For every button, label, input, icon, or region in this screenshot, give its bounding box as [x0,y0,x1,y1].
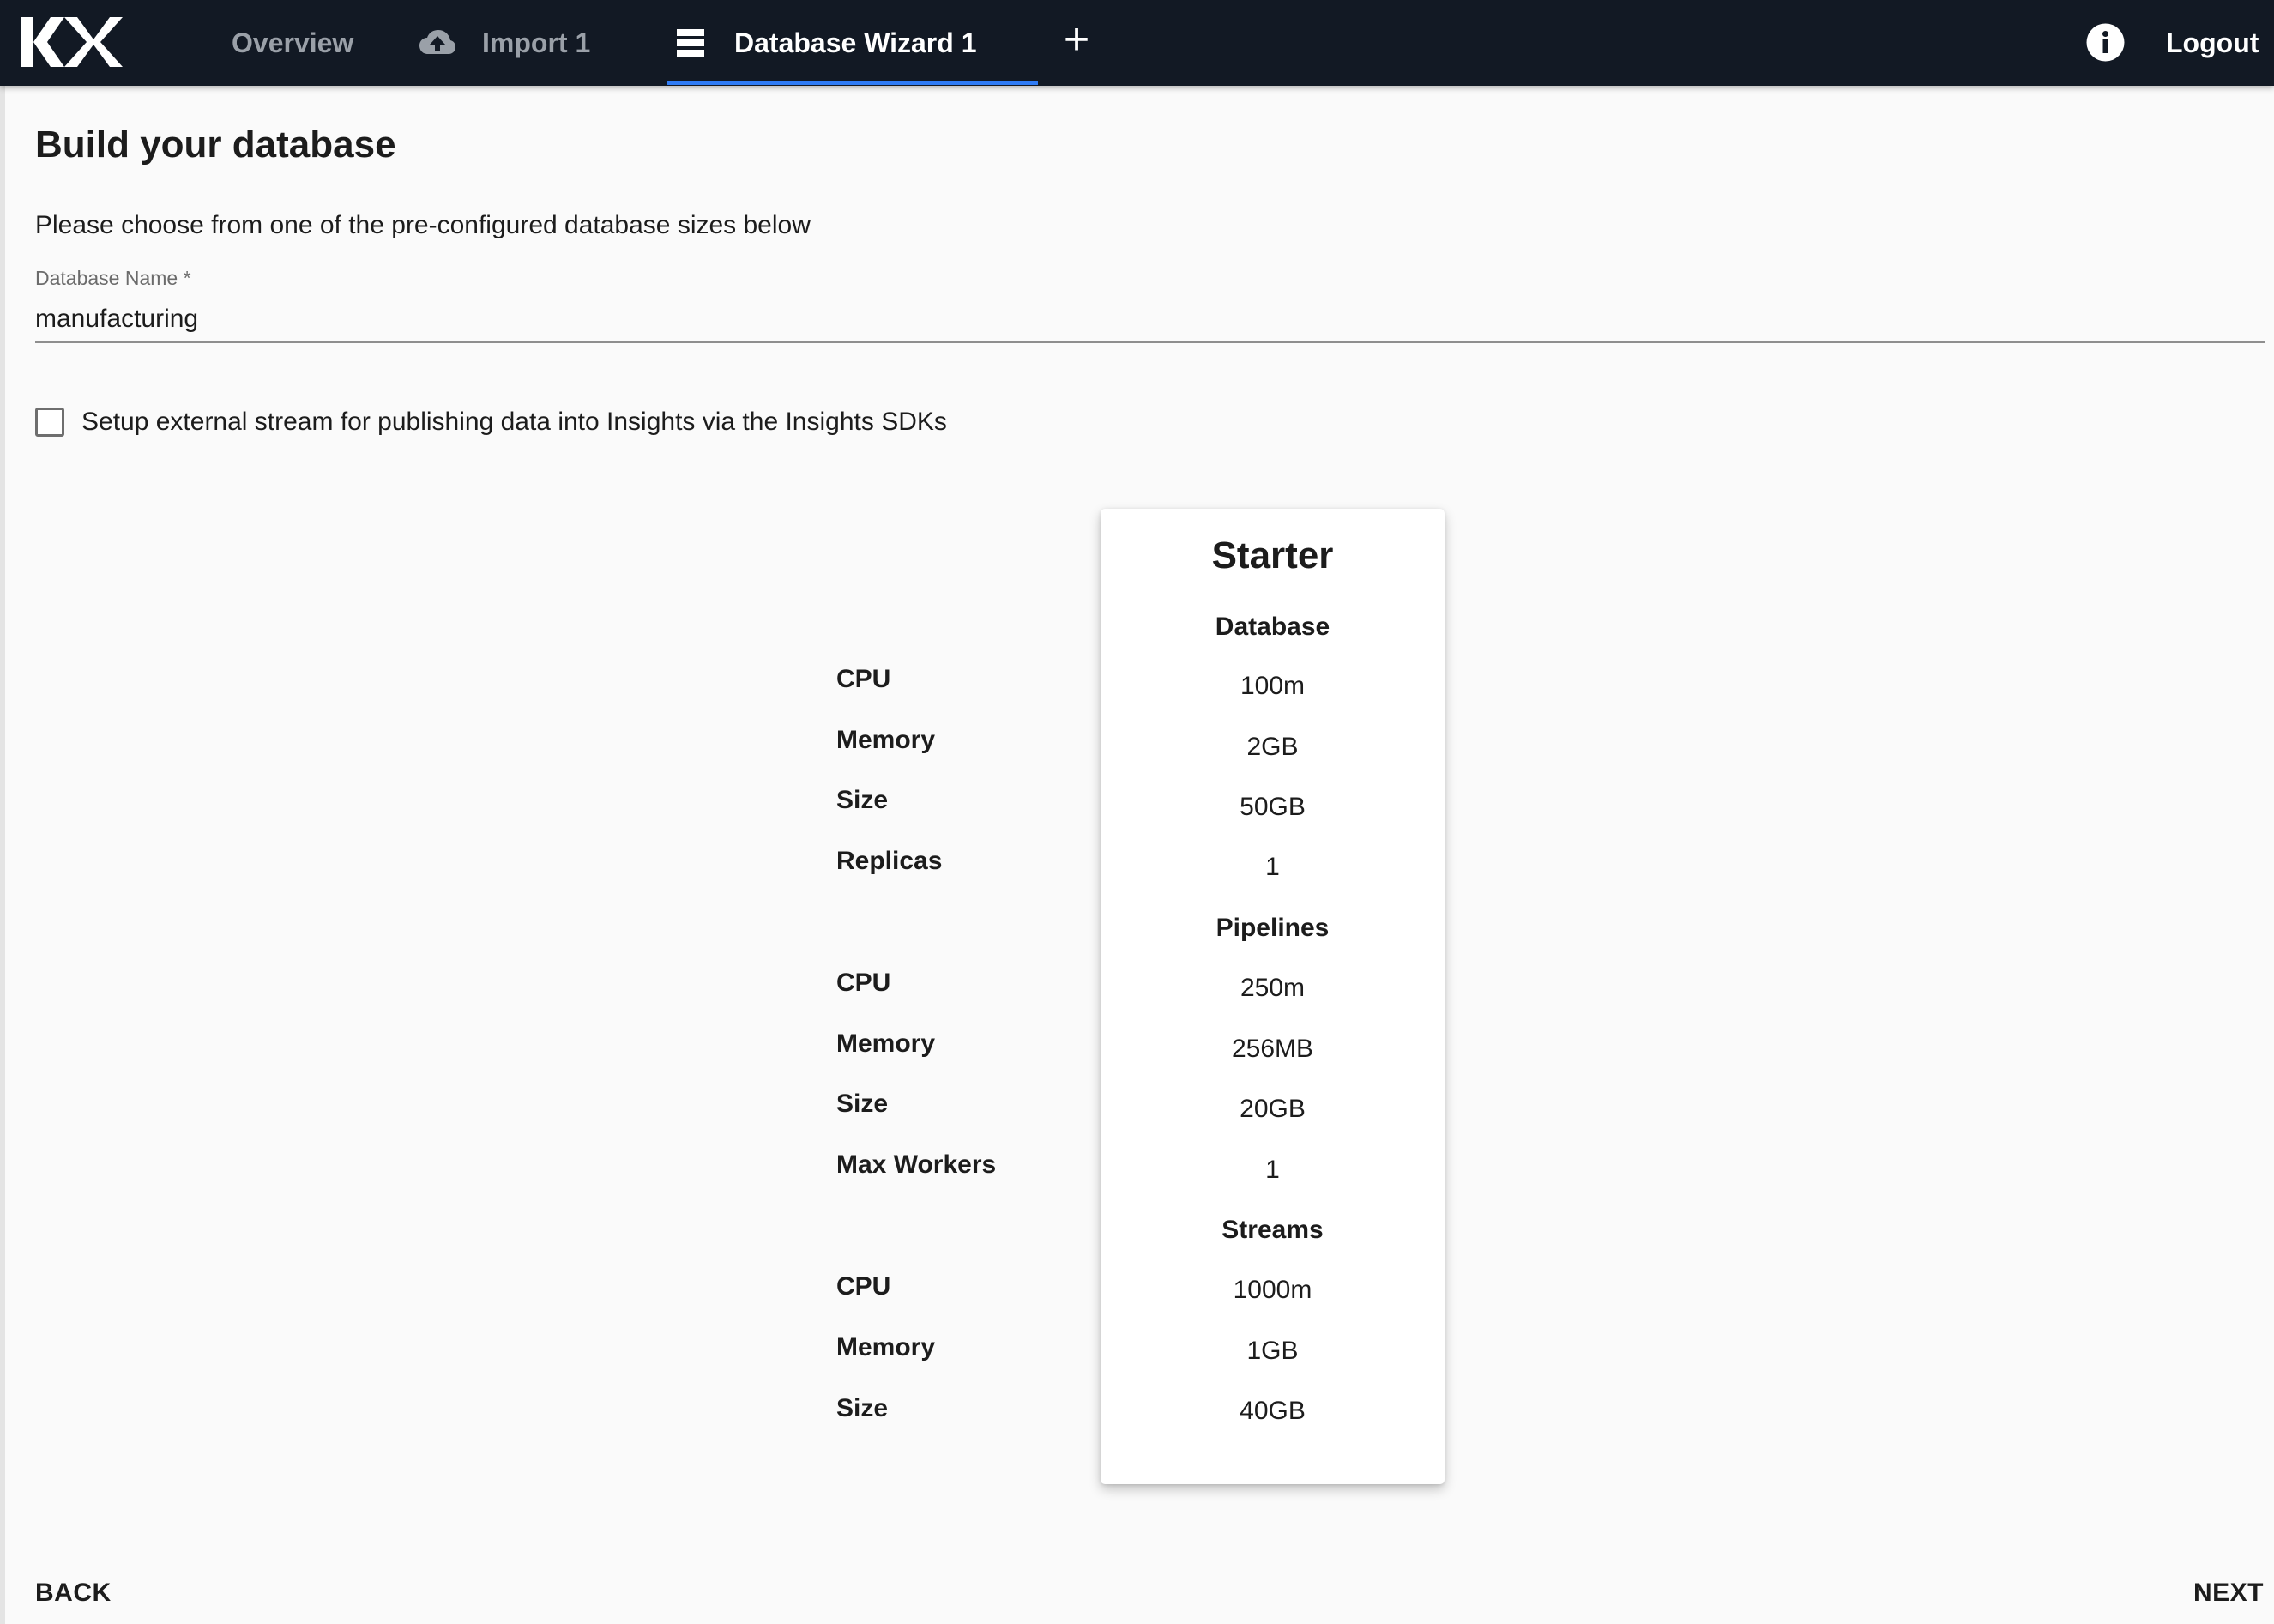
database-cpu-value: 100m [1240,672,1306,700]
tab-import-1[interactable]: Import 1 [419,0,590,86]
pipelines-size-label: Size [836,1090,889,1118]
streams-size-value: 40GB [1240,1397,1306,1425]
back-button[interactable]: BACK [35,1579,112,1608]
page-title: Build your database [35,124,396,166]
info-icon[interactable] [2086,23,2125,62]
kx-logo[interactable] [21,17,123,67]
next-button[interactable]: NEXT [2193,1579,2264,1608]
database-name-input[interactable] [35,297,2265,343]
database-icon [674,28,707,57]
streams-cpu-label: CPU [836,1272,891,1301]
pipelines-memory-label: Memory [836,1029,936,1058]
pipelines-cpu-label: CPU [836,969,891,997]
database-memory-label: Memory [836,726,936,754]
database-size-label: Size [836,786,889,814]
database-replicas-label: Replicas [836,847,943,875]
tab-database-wizard-1-label: Database Wizard 1 [734,27,977,58]
active-tab-indicator [667,81,1038,85]
cloud-upload-icon [419,28,456,57]
database-size-value: 50GB [1240,793,1306,821]
external-stream-label: Setup external stream for publishing dat… [81,408,947,436]
tab-overview[interactable]: Overview [232,0,353,86]
starter-plan-card[interactable]: Starter Database 100m 2GB 50GB 1 Pipelin… [1101,509,1445,1484]
streams-memory-value: 1GB [1246,1337,1299,1365]
page-intro-text: Please choose from one of the pre-config… [35,211,811,239]
top-navigation-bar: Overview Import 1 Database Wizard 1 + Lo… [0,0,2274,86]
streams-cpu-value: 1000m [1233,1276,1312,1304]
external-stream-checkbox[interactable] [35,408,64,437]
tab-overview-label: Overview [232,27,354,58]
pipelines-section-title: Pipelines [1215,914,1330,942]
pipelines-max-workers-label: Max Workers [836,1150,997,1179]
tab-import-1-label: Import 1 [482,27,591,58]
database-cpu-label: CPU [836,665,891,693]
streams-size-label: Size [836,1394,889,1422]
plan-title: Starter [1211,534,1334,577]
streams-section-title: Streams [1221,1216,1324,1244]
streams-memory-label: Memory [836,1333,936,1361]
database-memory-value: 2GB [1246,733,1299,761]
pipelines-memory-value: 256MB [1231,1035,1314,1063]
pipelines-max-workers-value: 1 [1265,1156,1280,1184]
logout-button[interactable]: Logout [2166,0,2259,86]
window-edge [0,0,5,1624]
pipelines-size-value: 20GB [1240,1095,1306,1123]
external-stream-option[interactable]: Setup external stream for publishing dat… [35,405,947,439]
database-name-label: Database Name * [35,267,191,289]
database-replicas-value: 1 [1265,853,1280,881]
pipelines-cpu-value: 250m [1240,974,1306,1002]
database-section-title: Database [1215,613,1330,641]
tab-database-wizard-1[interactable]: Database Wizard 1 [667,0,1038,86]
add-tab-button[interactable]: + [1059,17,1094,62]
